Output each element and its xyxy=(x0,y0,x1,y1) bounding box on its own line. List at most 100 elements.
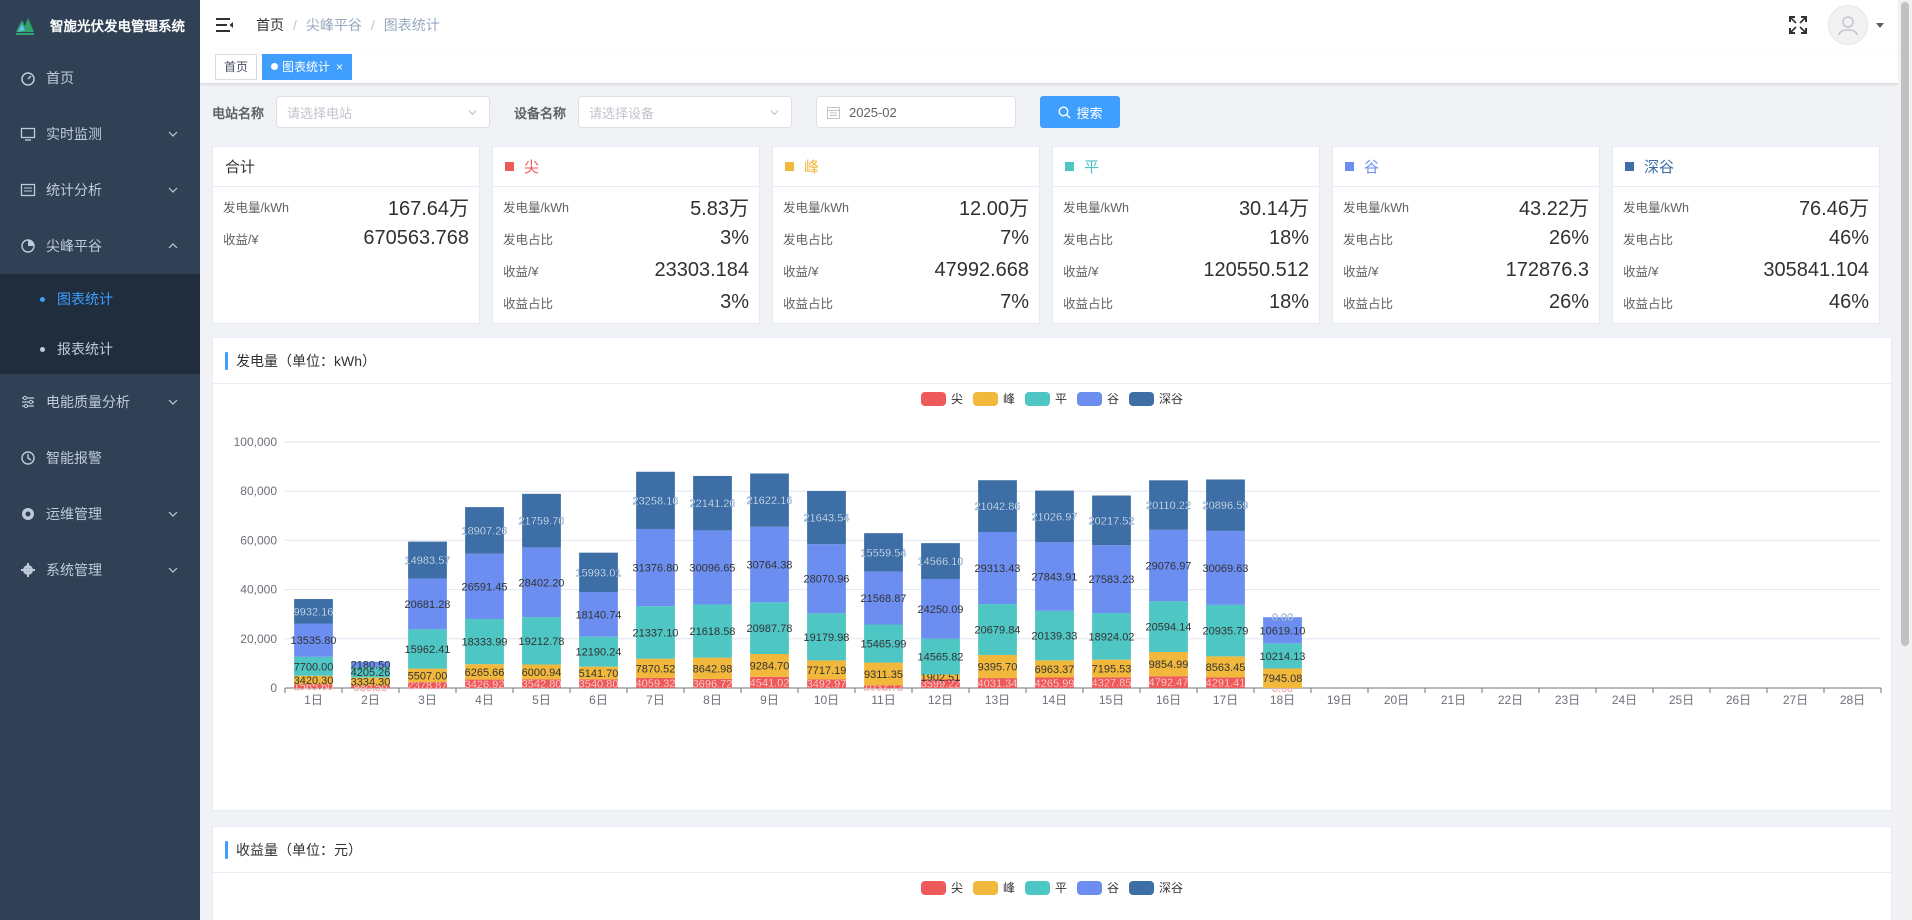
page-scrollbar[interactable] xyxy=(1898,0,1912,920)
sidebar-item-4[interactable]: 电能质量分析 xyxy=(0,374,200,430)
data-label: 9311.35 xyxy=(864,669,903,681)
data-label: 4031.34 xyxy=(978,678,1018,690)
search-button[interactable]: 搜索 xyxy=(1040,96,1121,128)
card-row-label: 发电量/kWh xyxy=(1063,200,1129,215)
legend-item[interactable]: 谷 xyxy=(1077,879,1119,896)
data-label: 13535.80 xyxy=(291,635,337,647)
card-row: 收益/¥ 172876.3 xyxy=(1333,254,1599,286)
y-tick-label: 0 xyxy=(270,681,277,695)
card-row: 收益占比 7% xyxy=(773,286,1039,318)
card-row-value: 3% xyxy=(720,226,749,249)
x-tick-label: 24日 xyxy=(1612,693,1637,707)
hamburger-icon[interactable] xyxy=(216,17,234,33)
data-label: 29076.97 xyxy=(1146,561,1192,573)
card-row-label: 收益占比 xyxy=(783,296,834,311)
breadcrumb-parent: 尖峰平谷 xyxy=(305,17,362,33)
tag-chart-stats[interactable]: 图表统计 × xyxy=(262,53,353,80)
data-label: 20681.28 xyxy=(405,599,451,611)
card-row: 收益占比 46% xyxy=(1613,286,1879,318)
device-select[interactable]: 请选择设备 xyxy=(578,96,793,128)
breadcrumb-current: 图表统计 xyxy=(383,17,440,33)
filter-bar: 电站名称 请选择电站 设备名称 请选择设备 2025-02 搜索 xyxy=(212,96,1121,128)
sidebar-subitem-0[interactable]: 图表统计 xyxy=(0,274,200,324)
caret-down-icon[interactable] xyxy=(1876,22,1884,28)
alarm-icon xyxy=(21,451,35,465)
legend-item[interactable]: 深谷 xyxy=(1129,879,1183,896)
sidebar-item-2[interactable]: 统计分析 xyxy=(0,162,200,218)
device-label: 设备名称 xyxy=(514,105,567,121)
sidebar-item-0[interactable]: 首页 xyxy=(0,50,200,106)
app-title: 智旎光伏发电管理系统 xyxy=(50,19,185,34)
data-label: 4291.41 xyxy=(1206,678,1246,690)
chevron-down-icon xyxy=(168,399,178,405)
sidebar-item-7[interactable]: 系统管理 xyxy=(0,542,200,598)
legend-item[interactable]: 平 xyxy=(1024,879,1067,896)
x-tick-label: 3日 xyxy=(418,693,437,707)
data-label: 27583.23 xyxy=(1089,574,1135,586)
data-label: 21042.86 xyxy=(975,501,1021,513)
top-navbar: 首页 / 尖峰平谷 / 图表统计 xyxy=(200,0,1912,50)
card-row-label: 收益占比 xyxy=(1623,296,1674,311)
data-label: 20987.78 xyxy=(747,623,793,635)
color-swatch xyxy=(1065,162,1074,171)
data-label: 15559.54 xyxy=(861,547,907,559)
data-label: 20679.84 xyxy=(975,625,1021,637)
data-label: 21337.10 xyxy=(633,627,679,639)
sidebar-item-5[interactable]: 智能报警 xyxy=(0,430,200,486)
legend-swatch xyxy=(1077,880,1102,895)
card-header: 平 xyxy=(1053,147,1319,187)
data-label: 18140.74 xyxy=(576,609,622,621)
fullscreen-icon[interactable] xyxy=(1788,15,1808,35)
data-label: 20110.22 xyxy=(1146,500,1191,512)
data-label: 10214.13 xyxy=(1260,651,1306,663)
card-row-value: 670563.768 xyxy=(363,226,469,249)
tag-home-label: 首页 xyxy=(224,59,249,74)
tag-home[interactable]: 首页 xyxy=(215,53,258,80)
card-row-label: 收益占比 xyxy=(503,296,554,311)
sidebar-subitem-1[interactable]: 报表统计 xyxy=(0,324,200,374)
user-avatar[interactable] xyxy=(1828,5,1868,45)
scrollbar-thumb[interactable] xyxy=(1901,2,1909,646)
tag-chart-stats-label: 图表统计 xyxy=(282,59,331,74)
legend-label: 尖 xyxy=(950,881,963,895)
close-icon[interactable]: × xyxy=(336,55,343,79)
x-tick-label: 23日 xyxy=(1555,693,1580,707)
y-tick-label: 80,000 xyxy=(240,484,277,498)
x-tick-label: 1日 xyxy=(304,693,323,707)
month-picker[interactable]: 2025-02 xyxy=(816,96,1017,128)
legend-item[interactable]: 尖 xyxy=(920,879,963,896)
user-icon xyxy=(1838,16,1858,36)
data-label: 20139.33 xyxy=(1032,631,1078,643)
breadcrumb-separator: / xyxy=(370,17,375,33)
card-row-label: 发电量/kWh xyxy=(783,200,849,215)
card-row-value: 43.22万 xyxy=(1518,197,1589,220)
card-row-label: 收益/¥ xyxy=(783,264,819,279)
card-row-label: 收益/¥ xyxy=(1623,264,1659,279)
x-tick-label: 26日 xyxy=(1726,693,1751,707)
sidebar-item-1[interactable]: 实时监测 xyxy=(0,106,200,162)
data-label: 8563.45 xyxy=(1206,662,1246,674)
data-label: 7700.00 xyxy=(294,661,334,673)
data-label: 15962.41 xyxy=(405,644,451,656)
y-tick-label: 100,000 xyxy=(234,435,278,449)
card-row-label: 发电占比 xyxy=(1063,232,1114,247)
data-label: 9854.99 xyxy=(1149,659,1189,671)
card-row-label: 收益/¥ xyxy=(1063,264,1099,279)
sidebar-item-6[interactable]: 运维管理 xyxy=(0,486,200,542)
station-select[interactable]: 请选择电站 xyxy=(276,96,491,128)
data-label: 18924.02 xyxy=(1089,631,1135,643)
card-row: 收益/¥ 23303.184 xyxy=(493,254,759,286)
breadcrumb-home[interactable]: 首页 xyxy=(256,15,284,35)
legend-item[interactable]: 峰 xyxy=(972,879,1015,896)
station-placeholder: 请选择电站 xyxy=(287,105,353,121)
chevron-down-icon xyxy=(468,110,477,116)
data-label: 21618.58 xyxy=(690,626,736,638)
data-label: 4059.32 xyxy=(636,678,676,690)
card-row-value: 46% xyxy=(1828,290,1869,313)
revenue-chart-title: 收益量（单位：元） xyxy=(236,841,362,858)
search-icon xyxy=(1058,105,1071,118)
card-row: 发电量/kWh 30.14万 xyxy=(1053,190,1319,222)
header-actions xyxy=(1788,0,1884,50)
x-tick-label: 13日 xyxy=(985,693,1010,707)
sidebar-item-3[interactable]: 尖峰平谷 xyxy=(0,218,200,274)
